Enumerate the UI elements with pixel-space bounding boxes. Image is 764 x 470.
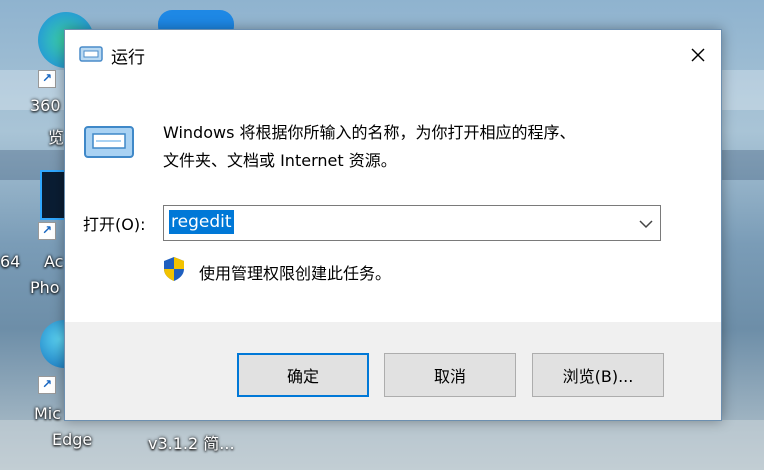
close-icon — [691, 48, 705, 62]
ok-button[interactable]: 确定 — [237, 353, 369, 397]
chevron-down-icon[interactable] — [636, 214, 656, 234]
desktop-label: 64 — [0, 252, 21, 271]
description-line: 文件夹、文档或 Internet 资源。 — [163, 151, 397, 170]
desktop-label: 览 — [48, 128, 65, 147]
open-input[interactable]: regedit — [169, 210, 234, 234]
desktop-label: Mic — [34, 404, 62, 423]
shortcut-arrow-icon: ↗ — [38, 70, 56, 88]
close-button[interactable] — [675, 30, 721, 80]
run-dialog: 运行 Windows 将根据你所输入的名称，为你打开相应的程序、 文件夹、文档或… — [64, 29, 722, 421]
shortcut-arrow-icon: ↗ — [38, 222, 56, 240]
run-app-icon — [79, 46, 103, 62]
desktop-label: Edge — [52, 430, 93, 449]
open-label: 打开(O): — [83, 215, 146, 234]
desktop-label: 360 — [30, 96, 61, 115]
description-line: Windows 将根据你所输入的名称，为你打开相应的程序、 — [163, 123, 576, 142]
dialog-title: 运行 — [111, 48, 145, 68]
uac-shield-icon — [164, 257, 184, 281]
desktop-label: Pho — [30, 278, 60, 297]
shortcut-arrow-icon: ↗ — [38, 376, 56, 394]
title-bar[interactable]: 运行 — [65, 30, 721, 80]
description-text: Windows 将根据你所输入的名称，为你打开相应的程序、 文件夹、文档或 In… — [163, 119, 576, 175]
desktop-label: v3.1.2 简... — [148, 434, 235, 453]
cancel-button[interactable]: 取消 — [384, 353, 516, 397]
dialog-content: Windows 将根据你所输入的名称，为你打开相应的程序、 文件夹、文档或 In… — [65, 80, 721, 322]
run-icon — [84, 126, 134, 158]
admin-note: 使用管理权限创建此任务。 — [199, 264, 392, 283]
browse-button[interactable]: 浏览(B)... — [532, 353, 664, 397]
open-combobox[interactable]: regedit — [163, 205, 661, 241]
desktop-label: Ac — [44, 252, 64, 271]
